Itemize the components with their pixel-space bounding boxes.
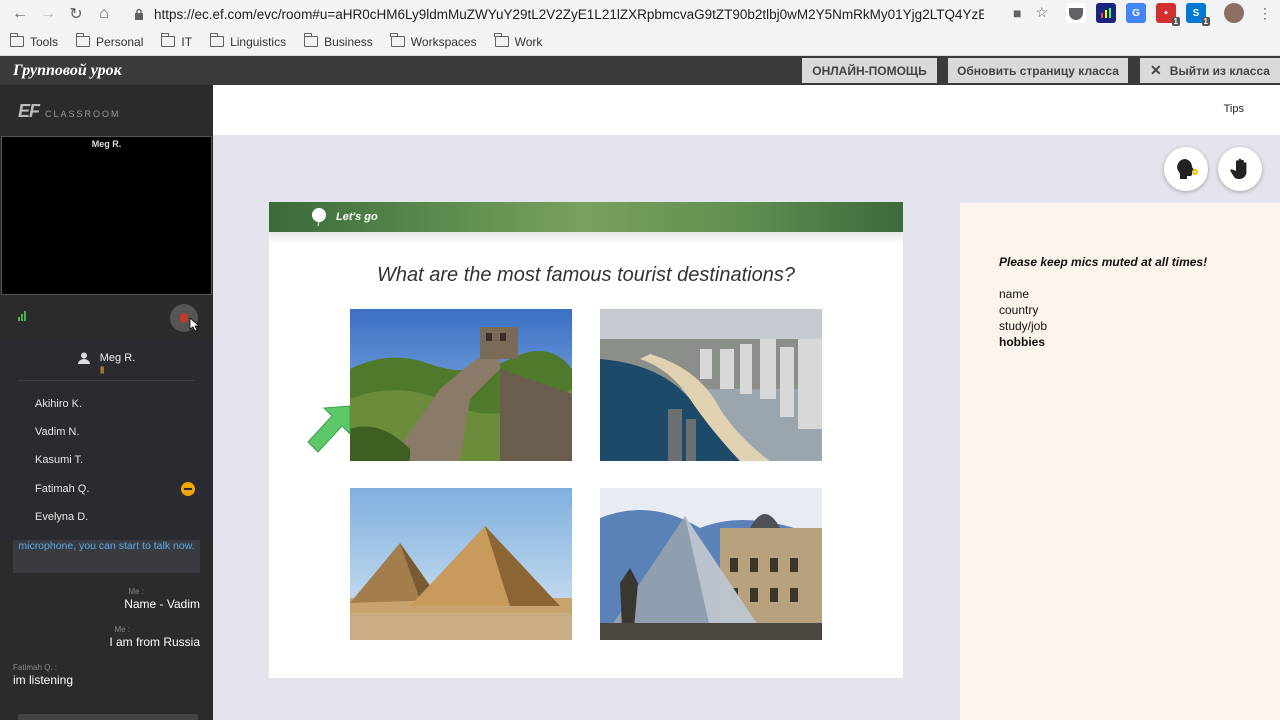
balloon-icon (312, 208, 326, 226)
louvre-photo (600, 488, 822, 640)
lock-icon (134, 8, 144, 20)
back-icon[interactable]: ← (6, 0, 34, 28)
app-header: Групповой урок ОНЛАЙН-ПОМОЩЬ Обновить ст… (0, 56, 1280, 85)
red-extension-icon[interactable]: • 1 (1156, 3, 1180, 26)
folder-icon (209, 33, 225, 47)
sidebar: EF CLASSROOM Meg R. Meg R. |||| Akihiro … (0, 85, 213, 720)
address-bar[interactable]: https://ec.ef.com/evc/room#u=aHR0cHM6Ly9… (126, 2, 1054, 26)
bookmark-folder[interactable]: Business (303, 33, 373, 49)
mic-icon (180, 313, 188, 323)
notes-item: country (999, 303, 1039, 317)
star-icon[interactable]: ☆ (1035, 4, 1048, 21)
folder-icon (494, 33, 509, 47)
folder-icon (390, 33, 405, 47)
forward-icon[interactable]: → (34, 0, 62, 28)
signal-icon (18, 311, 26, 321)
browser-toolbar: ← → ↻ ⌂ https://ec.ef.com/evc/room#u=aHR… (0, 0, 1280, 28)
participant-item[interactable]: Kasumi T. (35, 454, 83, 466)
url-text: https://ec.ef.com/evc/room#u=aHR0cHM6Ly9… (154, 6, 984, 22)
speaker-status-button[interactable] (1164, 147, 1208, 191)
chat-message: Name - Vadim (124, 597, 200, 611)
bookmark-folder[interactable]: IT (160, 33, 192, 49)
pyramids-photo (350, 488, 572, 640)
notes-item: name (999, 287, 1030, 301)
bookmark-folder[interactable]: Workspaces (390, 33, 477, 49)
refresh-class-button[interactable]: Обновить страницу класса (948, 58, 1128, 83)
pointer-arrow-icon (307, 405, 351, 453)
lesson-slide: Let's go What are the most famous touris… (269, 202, 903, 678)
participant-item[interactable]: Akihiro K. (35, 398, 82, 410)
folder-icon (9, 33, 24, 47)
notes-warning: Please keep mics muted at all times! (999, 255, 1208, 269)
folder-icon (303, 33, 319, 47)
teacher-row: Meg R. (0, 352, 213, 364)
rio-beach-photo (600, 309, 822, 461)
tips-link[interactable]: Tips (1224, 103, 1244, 115)
head-icon (1177, 159, 1198, 179)
menu-icon[interactable]: ⋮ (1258, 5, 1272, 22)
stats-extension-icon[interactable] (1096, 3, 1116, 23)
participants-list: Meg R. |||| Akihiro K. Vadim N. Kasumi T… (0, 340, 213, 540)
muted-badge-icon (181, 482, 195, 496)
audio-level-icon: |||| (100, 367, 104, 374)
bookmark-folder[interactable]: Work (494, 33, 542, 49)
great-wall-photo (350, 309, 572, 461)
chat-sender: Me : (114, 625, 130, 634)
chat-sender: Fatimah Q. : (13, 663, 58, 672)
skype-extension-icon[interactable]: S1 (1186, 3, 1210, 26)
cursor-icon (189, 318, 200, 332)
chat-panel: microphone, you can start to talk now. M… (0, 540, 213, 720)
chat-message: im listening (13, 673, 74, 687)
participant-item[interactable]: Fatimah Q. (35, 483, 89, 495)
notes-panel: Please keep mics muted at all times! nam… (960, 203, 1280, 720)
bookmarks-bar: Tools Personal IT Linguistics Business W… (0, 28, 1280, 56)
folder-icon (75, 33, 91, 47)
notes-item: study/job (999, 319, 1048, 333)
home-icon[interactable]: ⌂ (90, 0, 118, 28)
hand-icon (1230, 158, 1247, 179)
bookmark-folder[interactable]: Personal (75, 33, 143, 49)
chat-sender: Me : (128, 587, 144, 596)
bookmark-folder[interactable]: Tools (9, 33, 58, 49)
exit-class-button[interactable]: ✕ Выйти из класса (1140, 58, 1280, 83)
close-icon: ✕ (1150, 62, 1162, 78)
bookmark-folder[interactable]: Linguistics (209, 33, 286, 49)
video-name-label: Meg R. (91, 139, 122, 149)
chat-notice: microphone, you can start to talk now. (13, 540, 200, 573)
page-title: Групповой урок (13, 62, 122, 79)
camera-icon[interactable]: ■ (1013, 5, 1021, 21)
main-toolbar: Tips (213, 85, 1280, 135)
raise-hand-button[interactable] (1218, 147, 1262, 191)
divider (18, 380, 195, 381)
ef-logo: EF CLASSROOM (18, 101, 121, 121)
notes-item: hobbies (999, 335, 1046, 349)
pocket-icon[interactable] (1066, 3, 1086, 23)
teacher-video: Meg R. (1, 136, 212, 295)
slide-question: What are the most famous tourist destina… (377, 264, 795, 286)
reload-icon[interactable]: ↻ (62, 0, 90, 28)
chat-input[interactable] (18, 714, 198, 720)
participant-item[interactable]: Vadim N. (35, 426, 79, 438)
translate-icon[interactable]: G (1126, 3, 1146, 23)
participant-item[interactable]: Evelyna D. (35, 511, 88, 523)
folder-icon (160, 33, 176, 47)
user-icon (77, 352, 90, 364)
profile-avatar[interactable] (1224, 3, 1244, 23)
slide-banner: Let's go (269, 202, 903, 232)
chat-message: I am from Russia (109, 635, 200, 649)
online-help-button[interactable]: ОНЛАЙН-ПОМОЩЬ (802, 58, 937, 83)
